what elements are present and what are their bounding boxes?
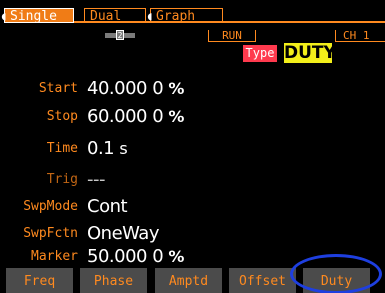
- tab-single[interactable]: ◖ Single: [0, 8, 74, 24]
- softkey-phase[interactable]: Phase: [80, 268, 147, 293]
- param-label-swpmode: SwpMode: [23, 199, 78, 214]
- param-label-time: Time: [46, 141, 78, 156]
- type-badge: Type: [243, 45, 277, 62]
- tab-divider: [74, 21, 385, 23]
- softkey-offset[interactable]: Offset: [229, 268, 296, 293]
- param-label-start: Start: [38, 81, 78, 96]
- tab-single-label: Single: [10, 9, 57, 24]
- param-value-trig: ---: [87, 169, 106, 190]
- channel-indicator: 2: [105, 30, 135, 40]
- softkey-freq[interactable]: Freq: [6, 268, 73, 293]
- param-row-stop[interactable]: Stop 60.000 0 %: [0, 104, 385, 130]
- sweep-screen: ◖ Single Dual ◖ Graph 2 RUN CH 1 Type DU…: [0, 0, 385, 293]
- param-row-swpmode[interactable]: SwpMode Cont: [0, 194, 385, 220]
- param-value-marker: 50.000 0 %: [87, 246, 184, 267]
- param-value-stop: 60.000 0 %: [87, 106, 184, 127]
- duty-highlight-ring: [290, 254, 382, 293]
- type-value: DUTY: [284, 43, 336, 63]
- param-value-start: 40.000 0 %: [87, 78, 184, 99]
- run-status: RUN: [208, 30, 256, 42]
- channel-number: 2: [116, 30, 124, 40]
- channel-label: CH 1: [335, 30, 385, 42]
- param-row-start[interactable]: Start 40.000 0 %: [0, 76, 385, 102]
- param-label-trig: Trig: [46, 172, 78, 187]
- param-value-swpmode: Cont: [87, 196, 128, 217]
- param-value-time: 0.1 s: [87, 138, 128, 159]
- param-label-marker: Marker: [31, 249, 78, 264]
- softkey-amptd[interactable]: Amptd: [155, 268, 222, 293]
- param-row-time[interactable]: Time 0.1 s: [0, 136, 385, 162]
- param-row-trig[interactable]: Trig ---: [0, 167, 385, 193]
- tab-marker-icon: ◖: [0, 9, 8, 23]
- param-label-stop: Stop: [46, 109, 78, 124]
